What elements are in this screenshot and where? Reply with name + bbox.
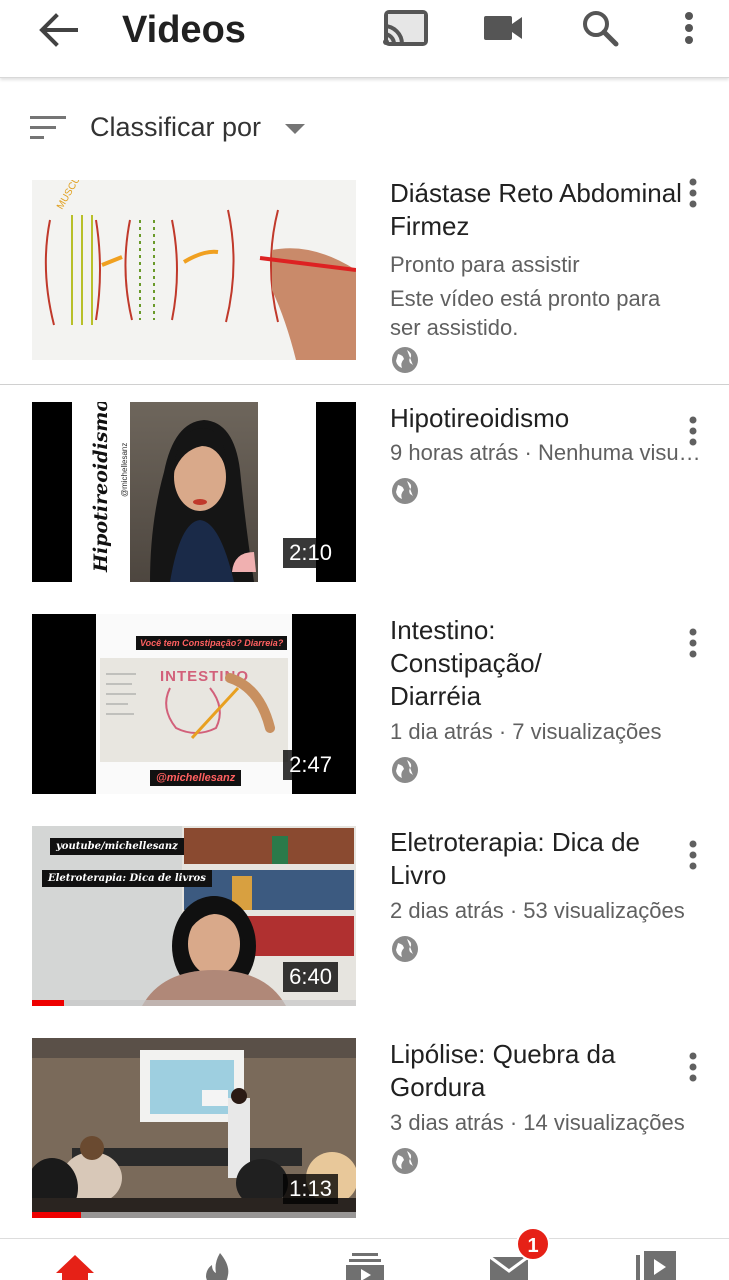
video-thumbnail[interactable]: youtube/michellesanz Eletroterapia: Dica…: [32, 826, 356, 1006]
public-globe-icon: [392, 347, 418, 373]
video-title[interactable]: Hipotireoidismo: [390, 402, 690, 435]
video-more-icon[interactable]: [680, 174, 706, 214]
watch-progress-track: [32, 1212, 356, 1218]
video-stats: 3 dias atrás · 14 visualizações: [390, 1110, 685, 1135]
watch-progress-track: [32, 1000, 356, 1006]
video-title[interactable]: Eletroterapia: Dica de Livro: [390, 826, 650, 892]
section-divider: [0, 384, 729, 385]
video-meta: Eletroterapia: Dica de Livro 2 dias atrá…: [390, 826, 690, 969]
trending-icon[interactable]: [194, 1247, 244, 1280]
dropdown-caret-icon: [285, 124, 305, 134]
video-more-icon[interactable]: [680, 836, 706, 876]
video-more-icon[interactable]: [680, 624, 706, 664]
video-thumbnail[interactable]: 1:13: [32, 1038, 356, 1218]
library-icon[interactable]: [632, 1247, 682, 1280]
watch-progress-bar: [32, 1000, 65, 1006]
top-app-bar: Videos: [0, 0, 729, 78]
video-stats: 2 dias atrás · 53 visualizações: [390, 898, 685, 923]
video-stats: 9 horas atrás · Nenhuma visu…: [390, 440, 701, 465]
bottom-navigation: 1: [0, 1227, 729, 1280]
video-stats: 1 dia atrás · 7 visualizações: [390, 719, 662, 744]
video-title[interactable]: Lipólise: Quebra da Gordura: [390, 1038, 650, 1104]
thumbnail-question: Você tem Constipação? Diarreia?: [136, 636, 288, 650]
subscriptions-icon[interactable]: [340, 1247, 390, 1280]
page-title: Videos: [122, 9, 246, 51]
video-duration: 2:47: [283, 750, 338, 780]
thumbnail-tag: Eletroterapia: Dica de livros: [42, 870, 212, 887]
video-meta: Lipólise: Quebra da Gordura 3 dias atrás…: [390, 1038, 690, 1181]
app-root: Videos Classificar por MUSCUL Diástase R…: [0, 0, 729, 1280]
video-meta: Diástase Reto Abdominal Firmez Pronto pa…: [390, 177, 690, 380]
video-thumbnail[interactable]: Você tem Constipação? Diarreia? INTESTIN…: [32, 614, 356, 794]
video-title[interactable]: Intestino: Constipação/ Diarréia: [390, 614, 610, 713]
video-duration: 1:13: [283, 1174, 338, 1204]
thumbnail-handle: @michellesanz: [120, 442, 129, 497]
watch-progress-bar: [32, 1212, 81, 1218]
video-meta: Intestino: Constipação/ Diarréia 1 dia a…: [390, 614, 690, 790]
arrow-back-icon[interactable]: [36, 10, 80, 50]
public-globe-icon: [392, 936, 418, 962]
sort-label: Classificar por: [90, 112, 262, 142]
video-description: Este vídeo está pronto para ser assistid…: [390, 286, 661, 340]
video-duration: 6:40: [283, 962, 338, 992]
presenter-photo: [150, 420, 256, 582]
public-globe-icon: [392, 478, 418, 504]
home-icon[interactable]: [50, 1247, 100, 1280]
video-thumbnail[interactable]: Hipotireoidismo @michellesanz 2:10: [32, 402, 356, 582]
video-more-icon[interactable]: [680, 412, 706, 452]
thumbnail-handle: @michellesanz: [150, 770, 242, 786]
public-globe-icon: [392, 757, 418, 783]
video-title[interactable]: Diástase Reto Abdominal Firmez: [390, 177, 690, 243]
video-meta: Hipotireoidismo 9 horas atrás · Nenhuma …: [390, 402, 701, 511]
video-thumbnail[interactable]: MUSCUL: [32, 180, 356, 360]
video-status: Pronto para assistir: [390, 252, 580, 277]
thumbnail-tag: youtube/michellesanz: [50, 838, 184, 855]
public-globe-icon: [392, 1148, 418, 1174]
video-duration: 2:10: [283, 538, 338, 568]
sort-dropdown[interactable]: Classificar por: [0, 100, 729, 160]
inbox-badge: 1: [516, 1227, 550, 1261]
sort-icon: [30, 116, 66, 139]
cast-icon[interactable]: [380, 6, 430, 50]
video-more-icon[interactable]: [680, 1048, 706, 1088]
video-camera-icon[interactable]: [478, 6, 528, 50]
thumbnail-overlay-title: Hipotireoidismo: [90, 402, 112, 572]
search-icon[interactable]: [576, 6, 626, 50]
whiteboard-drawing: MUSCUL: [32, 180, 356, 360]
more-vert-icon[interactable]: [664, 6, 714, 50]
